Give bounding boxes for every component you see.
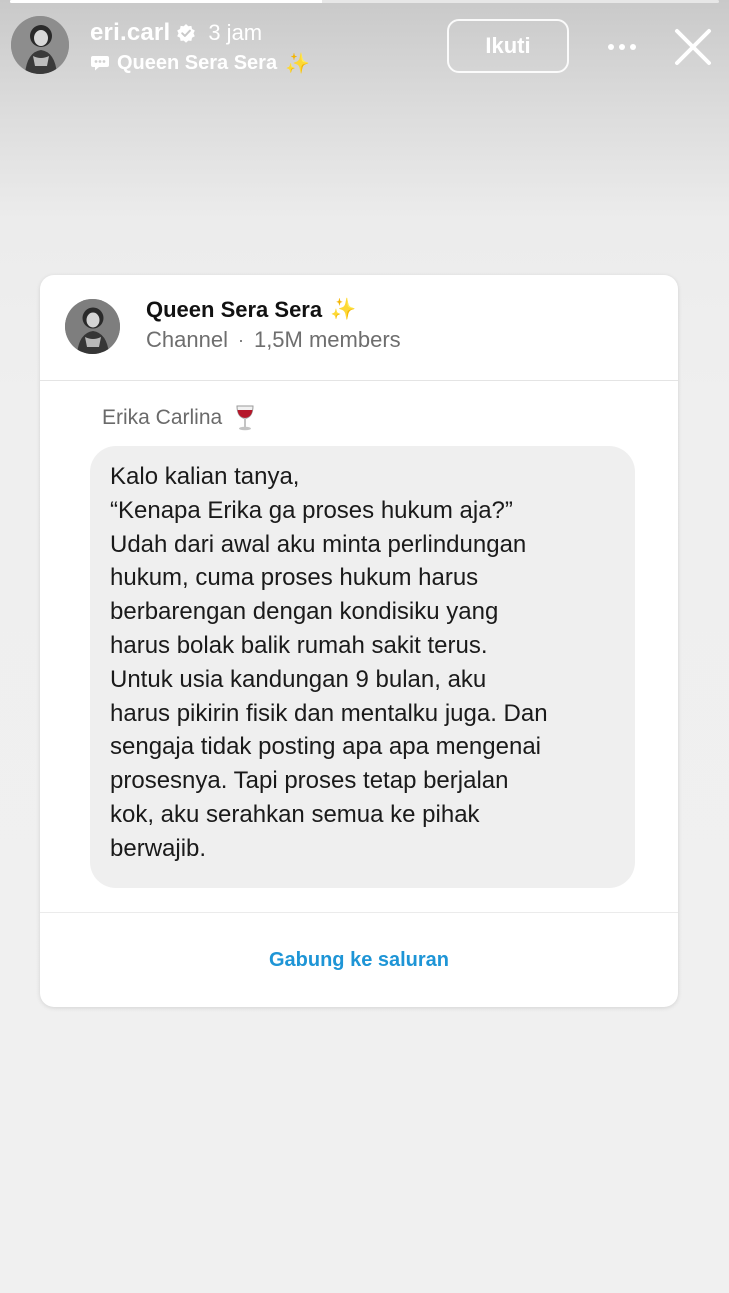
message-line: harus bolak balik rumah sakit terus. [110, 631, 488, 659]
more-options-icon[interactable] [600, 30, 644, 64]
profile-avatar[interactable] [11, 16, 69, 74]
channel-label[interactable]: Queen Sera Sera [117, 52, 277, 75]
sparkle-icon: ✨ [330, 298, 357, 321]
message-line: Kalo kalian tanya, [110, 463, 300, 490]
close-icon[interactable] [670, 24, 716, 70]
members-count: 1,5M members [253, 327, 401, 352]
message-line: berbarengan dengan kondisiku yang [110, 598, 499, 626]
join-channel-button[interactable]: Gabung ke saluran [40, 913, 678, 1007]
follow-button[interactable]: Ikuti [447, 19, 569, 73]
channel-type: Channel [146, 327, 228, 352]
wine-glass-icon [236, 405, 254, 431]
message-line: “Kenapa Erika ga proses hukum aja?” [110, 496, 513, 524]
sparkle-icon: ✨ [285, 52, 310, 75]
meta-separator: · [237, 329, 244, 350]
message-bubble: Kalo kalian tanya, “Kenapa Erika ga pros… [90, 446, 635, 888]
message-line: sengaja tidak posting apa apa mengenai [110, 733, 541, 761]
username[interactable]: eri.carl [90, 19, 170, 47]
channel-avatar [65, 299, 120, 354]
message-line: berwajib. [110, 834, 207, 862]
post-time: 3 jam [208, 20, 263, 45]
story-progress-fill [10, 0, 322, 3]
verified-badge-icon [177, 24, 196, 43]
channel-share-card[interactable]: Queen Sera Sera ✨ Channel · 1,5M members… [40, 275, 678, 1007]
message-line: harus pikirin fisik dan mentalku juga. D… [110, 699, 548, 727]
channel-meta: Channel · 1,5M members [146, 327, 401, 353]
message-line: Udah dari awal aku minta perlindungan [110, 530, 527, 558]
channel-chat-icon [91, 56, 109, 71]
channel-title: Queen Sera Sera [146, 297, 323, 322]
message-line: Untuk usia kandungan 9 bulan, aku [110, 665, 487, 693]
message-line: kok, aku serahkan semua ke pihak [110, 800, 480, 828]
story-progress-bar [10, 0, 719, 3]
message-line: hukum, cuma proses hukum harus [110, 564, 479, 592]
card-header: Queen Sera Sera ✨ Channel · 1,5M members [40, 275, 678, 381]
author-name: Erika Carlina [102, 406, 223, 429]
message-line: prosesnya. Tapi proses tetap berjalan [110, 767, 509, 795]
